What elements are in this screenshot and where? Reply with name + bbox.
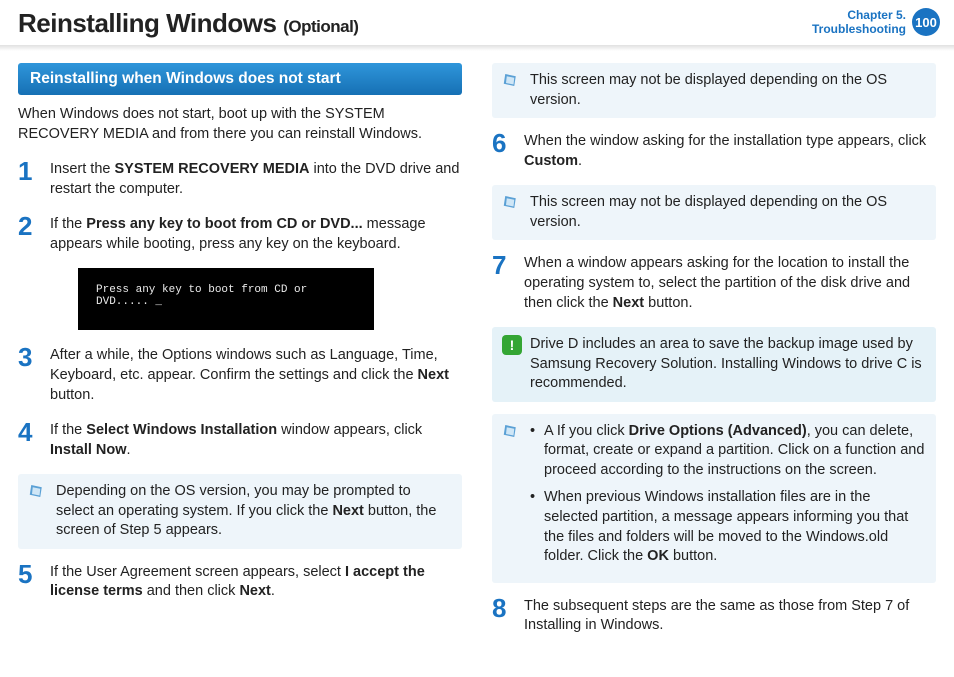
step-body: After a while, the Options windows such … <box>50 344 462 405</box>
left-column: Reinstalling when Windows does not start… <box>18 63 462 650</box>
step-7: 7 When a window appears asking for the l… <box>492 252 936 313</box>
step-number: 3 <box>18 344 40 405</box>
text: Insert the <box>50 161 114 177</box>
chapter-text: Chapter 5. Troubleshooting <box>812 8 906 37</box>
warning-drive-d: ! Drive D includes an area to save the b… <box>492 327 936 402</box>
note-icon <box>502 422 522 442</box>
step-number: 7 <box>492 252 514 313</box>
step-8: 8 The subsequent steps are the same as t… <box>492 595 936 636</box>
text: button. <box>669 548 717 564</box>
text: If the <box>50 422 86 438</box>
step-number: 4 <box>18 419 40 460</box>
text: window appears, click <box>277 422 422 438</box>
note-drive-options: A If you click Drive Options (Advanced),… <box>492 414 936 583</box>
bold: Drive Options (Advanced) <box>629 423 807 439</box>
bold: Next <box>332 503 363 519</box>
bold: Next <box>239 583 270 599</box>
step-body: If the Select Windows Installation windo… <box>50 419 462 460</box>
step-body: When a window appears asking for the loc… <box>524 252 936 313</box>
text: When the window asking for the installat… <box>524 133 926 149</box>
bold: Press any key to boot from CD or DVD... <box>86 216 362 232</box>
step-number: 6 <box>492 130 514 171</box>
text: button. <box>50 387 94 403</box>
step-3: 3 After a while, the Options windows suc… <box>18 344 462 405</box>
bold: Select Windows Installation <box>86 422 277 438</box>
note-step6: This screen may not be displayed dependi… <box>492 185 936 240</box>
bullet-list: A If you click Drive Options (Advanced),… <box>530 422 926 567</box>
list-item: A If you click Drive Options (Advanced),… <box>530 422 926 481</box>
note-top-right: This screen may not be displayed dependi… <box>492 63 936 118</box>
step-4: 4 If the Select Windows Installation win… <box>18 419 462 460</box>
step-1: 1 Insert the SYSTEM RECOVERY MEDIA into … <box>18 158 462 199</box>
text: If the <box>50 216 86 232</box>
text: When previous Windows installation files… <box>544 489 908 564</box>
note-body: This screen may not be displayed dependi… <box>530 193 926 232</box>
text: A If you click <box>544 423 629 439</box>
step-body: When the window asking for the installat… <box>524 130 936 171</box>
step-number: 2 <box>18 213 40 254</box>
bold: OK <box>647 548 669 564</box>
bold: SYSTEM RECOVERY MEDIA <box>114 161 309 177</box>
note-icon <box>502 71 522 91</box>
list-item: When previous Windows installation files… <box>530 488 926 566</box>
bold: Install Now <box>50 442 127 458</box>
step-number: 5 <box>18 561 40 602</box>
step-number: 8 <box>492 595 514 636</box>
chapter-block: Chapter 5. Troubleshooting 100 <box>812 8 940 37</box>
right-column: This screen may not be displayed dependi… <box>492 63 936 650</box>
step-body: If the User Agreement screen appears, se… <box>50 561 462 602</box>
note-icon <box>28 482 48 502</box>
text: button. <box>644 295 692 311</box>
chapter-line1: Chapter 5. <box>812 8 906 22</box>
step-body: If the Press any key to boot from CD or … <box>50 213 462 254</box>
text: When a window appears asking for the loc… <box>524 255 910 310</box>
text: and then click <box>143 583 240 599</box>
content-columns: Reinstalling when Windows does not start… <box>0 63 954 650</box>
text: . <box>271 583 275 599</box>
note-body: Drive D includes an area to save the bac… <box>530 335 926 394</box>
step-number: 1 <box>18 158 40 199</box>
text: . <box>127 442 131 458</box>
note-body: A If you click Drive Options (Advanced),… <box>530 422 926 575</box>
text: After a while, the Options windows such … <box>50 347 438 383</box>
bold: Next <box>613 295 644 311</box>
section-heading: Reinstalling when Windows does not start <box>18 63 462 95</box>
text: If the User Agreement screen appears, se… <box>50 564 345 580</box>
note-step4: Depending on the OS version, you may be … <box>18 474 462 549</box>
boot-prompt-box: Press any key to boot from CD or DVD....… <box>78 268 374 330</box>
title-optional: (Optional) <box>283 17 358 36</box>
step-body: Insert the SYSTEM RECOVERY MEDIA into th… <box>50 158 462 199</box>
title-main: Reinstalling Windows <box>18 8 276 38</box>
warning-icon: ! <box>502 335 522 355</box>
page-title: Reinstalling Windows (Optional) <box>18 8 358 39</box>
chapter-line2: Troubleshooting <box>812 22 906 36</box>
step-2: 2 If the Press any key to boot from CD o… <box>18 213 462 254</box>
header-divider <box>0 45 954 51</box>
page-header: Reinstalling Windows (Optional) Chapter … <box>0 0 954 45</box>
step-6: 6 When the window asking for the install… <box>492 130 936 171</box>
step-5: 5 If the User Agreement screen appears, … <box>18 561 462 602</box>
note-icon <box>502 193 522 213</box>
intro-text: When Windows does not start, boot up wit… <box>18 105 462 144</box>
bold: Custom <box>524 153 578 169</box>
bold: Next <box>418 367 449 383</box>
step-body: The subsequent steps are the same as tho… <box>524 595 936 636</box>
page-number-badge: 100 <box>912 8 940 36</box>
note-body: This screen may not be displayed dependi… <box>530 71 926 110</box>
text: . <box>578 153 582 169</box>
note-body: Depending on the OS version, you may be … <box>56 482 452 541</box>
